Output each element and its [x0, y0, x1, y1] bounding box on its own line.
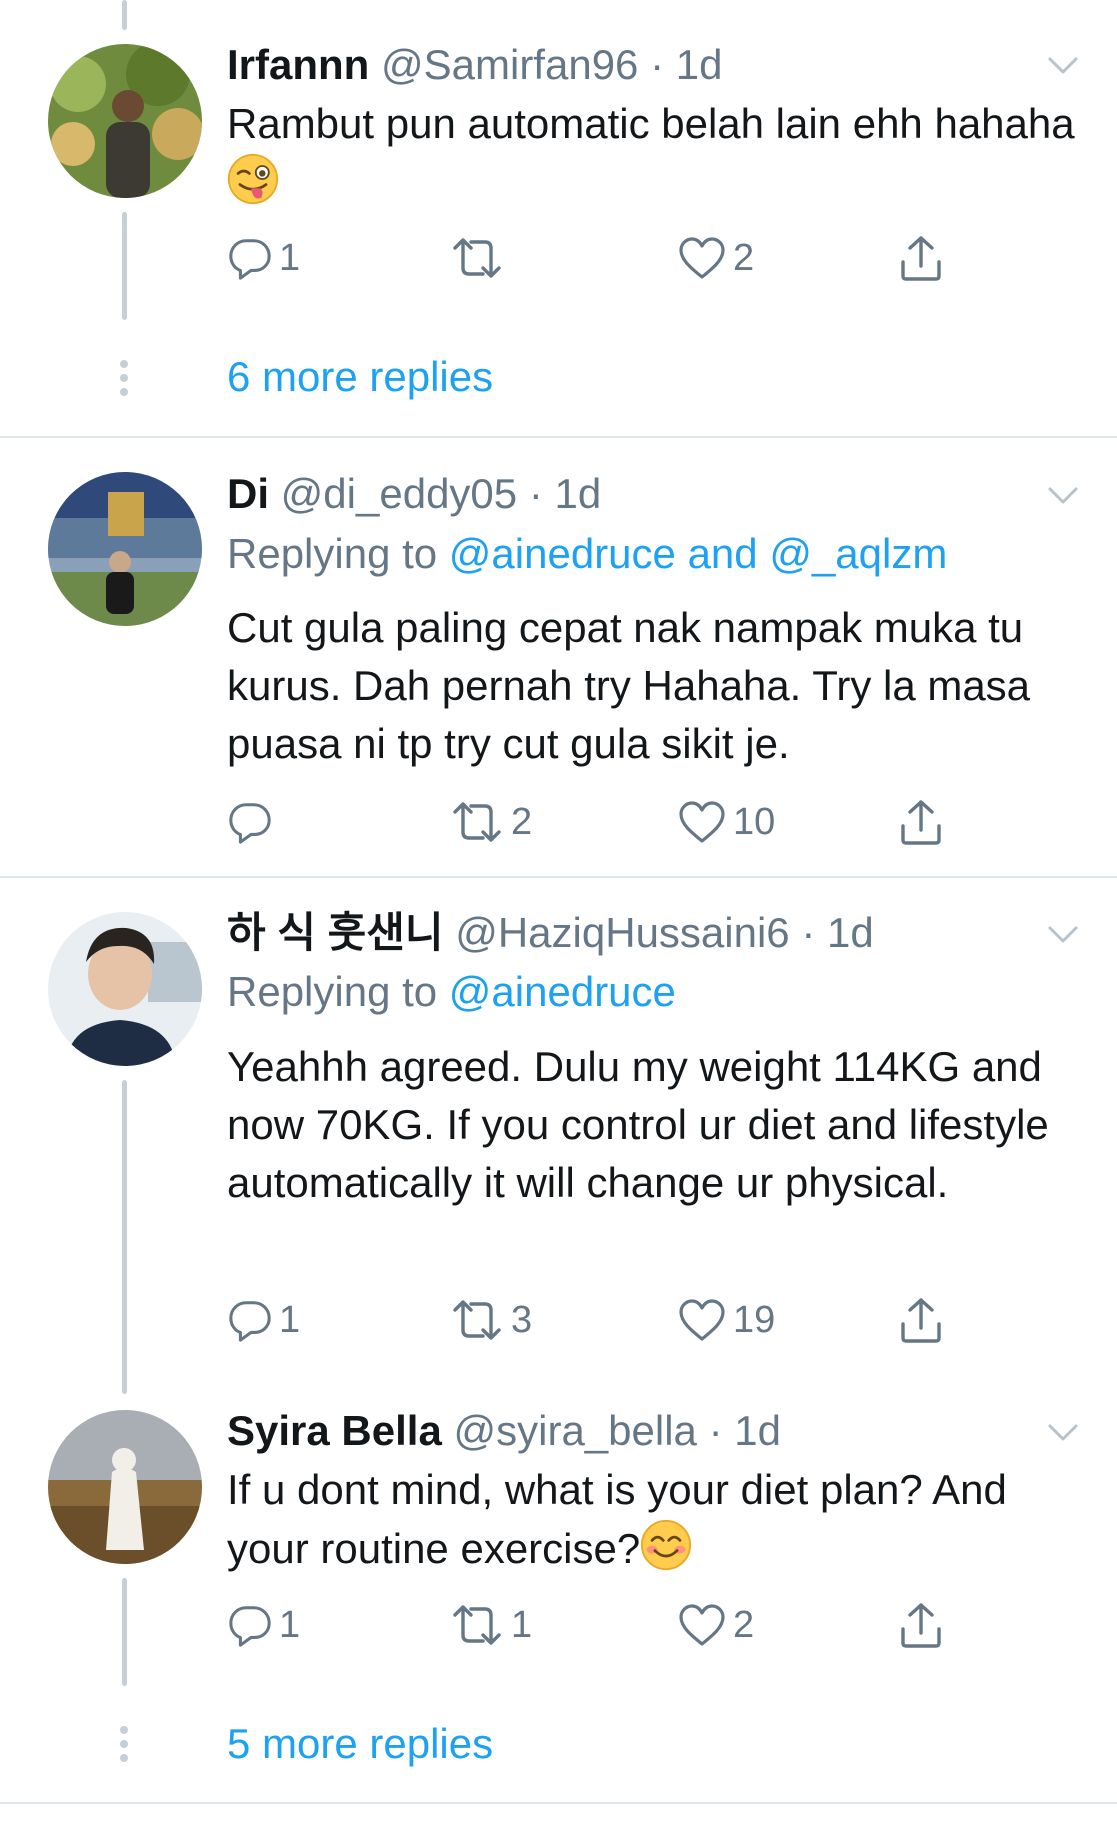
- share-icon: [897, 1601, 945, 1649]
- reply-count: 1: [279, 236, 301, 279]
- display-name[interactable]: Irfannn: [227, 41, 369, 88]
- like-count: 2: [733, 236, 755, 279]
- tweet-actions: 1 2: [227, 228, 987, 288]
- divider: [0, 876, 1117, 878]
- like-icon: [677, 799, 727, 845]
- smiling-face-with-smiling-eyes-icon: [640, 1519, 692, 1571]
- retweet-icon: [449, 1601, 505, 1649]
- tweet-actions: 2 10: [227, 792, 987, 852]
- retweet-count: 2: [511, 800, 533, 843]
- chevron-down-icon[interactable]: [1046, 478, 1080, 512]
- share-icon: [897, 798, 945, 846]
- reply-icon: [227, 1602, 273, 1648]
- retweet-icon: [449, 798, 505, 846]
- more-replies-dots-icon: [118, 1726, 130, 1768]
- timestamp[interactable]: 1d: [734, 1407, 781, 1454]
- reply-button[interactable]: 1: [227, 1595, 300, 1655]
- separator-dot: ·: [528, 470, 543, 517]
- tweet-text: If u dont mind, what is your diet plan? …: [227, 1461, 1087, 1578]
- share-button[interactable]: [897, 1595, 945, 1655]
- tweet-header: Di @di_eddy05 · 1d: [227, 468, 601, 520]
- timestamp[interactable]: 1d: [827, 909, 874, 956]
- user-handle[interactable]: @syira_bella: [453, 1407, 696, 1454]
- avatar[interactable]: [48, 912, 202, 1066]
- tweet-actions: 1 3 19: [227, 1290, 987, 1350]
- chevron-down-icon[interactable]: [1046, 917, 1080, 951]
- reply-icon: [227, 235, 273, 281]
- divider: [0, 436, 1117, 438]
- show-more-replies-link[interactable]: 6 more replies: [227, 351, 493, 403]
- like-icon: [677, 1602, 727, 1648]
- retweet-count: 3: [511, 1298, 533, 1341]
- reply-count: 1: [279, 1603, 301, 1646]
- separator-dot: ·: [708, 1407, 723, 1454]
- like-button[interactable]: 19: [677, 1290, 775, 1350]
- share-button[interactable]: [897, 1290, 945, 1350]
- tweet-actions: 1 1 2: [227, 1595, 987, 1655]
- reply-icon: [227, 799, 273, 845]
- reply-button[interactable]: 1: [227, 1290, 300, 1350]
- display-name[interactable]: 하 식 훗샌니: [227, 909, 444, 956]
- display-name[interactable]: Di: [227, 470, 269, 517]
- tweet-header: Irfannn @Samirfan96 · 1d: [227, 39, 722, 91]
- winking-face-with-tongue-icon: [227, 153, 279, 205]
- share-icon: [897, 234, 945, 282]
- tweet-text: Rambut pun automatic belah lain ehh haha…: [227, 95, 1087, 212]
- share-icon: [897, 1296, 945, 1344]
- avatar[interactable]: [48, 1410, 202, 1564]
- like-count: 10: [733, 800, 776, 843]
- timestamp[interactable]: 1d: [555, 470, 602, 517]
- retweet-button[interactable]: [449, 228, 511, 288]
- user-handle[interactable]: @di_eddy05: [281, 470, 517, 517]
- like-count: 19: [733, 1298, 776, 1341]
- share-button[interactable]: [897, 228, 945, 288]
- retweet-button[interactable]: 1: [449, 1595, 532, 1655]
- replying-to-mentions[interactable]: @ainedruce: [449, 968, 676, 1015]
- chevron-down-icon[interactable]: [1046, 48, 1080, 82]
- share-button[interactable]: [897, 792, 945, 852]
- reply-button[interactable]: [227, 792, 279, 852]
- user-handle[interactable]: @HaziqHussaini6: [455, 909, 789, 956]
- reply-button[interactable]: 1: [227, 228, 300, 288]
- replying-to-mentions[interactable]: @ainedruce and @_aqlzm: [449, 530, 948, 577]
- avatar[interactable]: [48, 44, 202, 198]
- tweet-header: 하 식 훗샌니 @HaziqHussaini6 · 1d: [227, 907, 874, 959]
- replying-to: Replying to @ainedruce: [227, 966, 676, 1018]
- thread-line: [122, 1080, 127, 1394]
- more-replies-dots-icon: [118, 360, 130, 402]
- divider: [0, 1802, 1117, 1804]
- separator-dot: ·: [650, 41, 665, 88]
- avatar[interactable]: [48, 472, 202, 626]
- show-more-replies-link[interactable]: 5 more replies: [227, 1718, 493, 1770]
- reply-icon: [227, 1297, 273, 1343]
- like-icon: [677, 235, 727, 281]
- tweet-text-body: If u dont mind, what is your diet plan? …: [227, 1466, 1007, 1572]
- thread-line: [122, 212, 127, 320]
- like-button[interactable]: 2: [677, 1595, 754, 1655]
- tweet-header: Syira Bella @syira_bella · 1d: [227, 1405, 781, 1457]
- tweet-text: Yeahhh agreed. Dulu my weight 114KG and …: [227, 1043, 1049, 1206]
- like-count: 2: [733, 1603, 755, 1646]
- thread-line: [122, 1578, 127, 1686]
- retweet-button[interactable]: 2: [449, 792, 532, 852]
- retweet-count: 1: [511, 1603, 533, 1646]
- retweet-icon: [449, 1296, 505, 1344]
- retweet-button[interactable]: 3: [449, 1290, 532, 1350]
- replying-to: Replying to @ainedruce and @_aqlzm: [227, 528, 947, 580]
- tweet-text: Cut gula paling cepat nak nampak muka tu…: [227, 604, 1031, 767]
- user-handle[interactable]: @Samirfan96: [381, 41, 638, 88]
- thread-line-top: [122, 0, 127, 30]
- retweet-icon: [449, 234, 505, 282]
- like-button[interactable]: 2: [677, 228, 754, 288]
- replying-to-label: Replying to: [227, 530, 438, 577]
- display-name[interactable]: Syira Bella: [227, 1407, 442, 1454]
- tweet-text-body: Rambut pun automatic belah lain ehh haha…: [227, 100, 1075, 147]
- reply-count: 1: [279, 1298, 301, 1341]
- like-icon: [677, 1297, 727, 1343]
- like-button[interactable]: 10: [677, 792, 775, 852]
- separator-dot: ·: [801, 909, 816, 956]
- chevron-down-icon[interactable]: [1046, 1415, 1080, 1449]
- replying-to-label: Replying to: [227, 968, 438, 1015]
- timestamp[interactable]: 1d: [676, 41, 723, 88]
